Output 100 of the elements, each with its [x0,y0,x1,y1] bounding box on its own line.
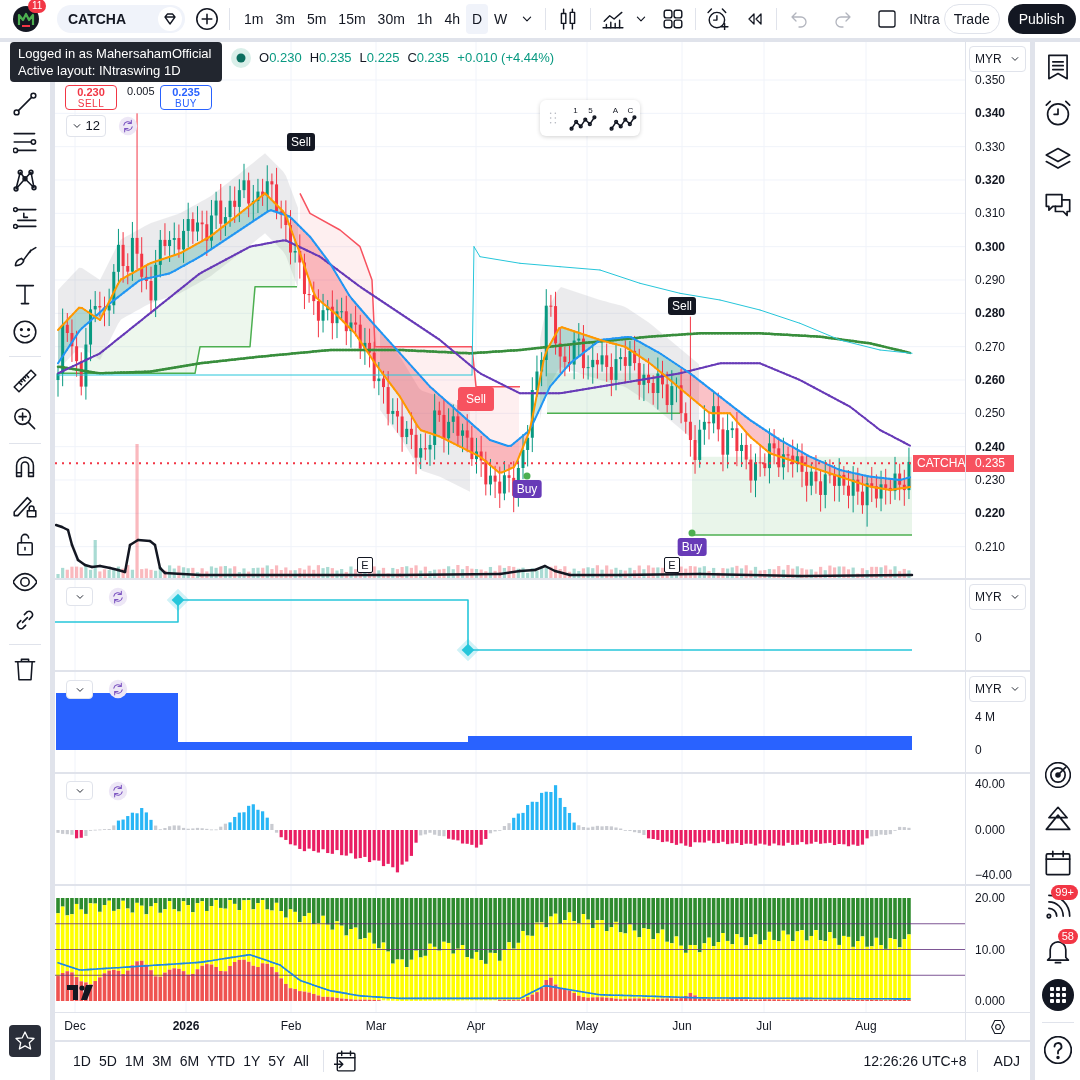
zoom-in-icon[interactable] [13,407,37,431]
price-tick: 0.340 [975,105,1006,122]
logo-icon [67,985,93,1000]
price-tick: 0.290 [975,272,1006,288]
price-tick: 0.300 [975,238,1006,255]
pattern-tool-button[interactable]: A C [606,105,640,131]
sync-icon[interactable] [108,679,128,699]
eye-icon[interactable] [13,570,37,594]
notification-badge: 11 [28,0,47,13]
plus-circle-icon[interactable] [195,7,219,31]
symbol-search[interactable]: CATCHA [57,5,185,33]
trade-button[interactable]: Trade [943,4,1000,34]
range-button[interactable]: YTD [203,1047,240,1075]
interval-button[interactable]: D [466,4,489,34]
scale-tick: 0 [975,742,982,758]
alarm-plus-icon[interactable] [707,8,730,30]
scale-tick: 4 M [975,709,995,725]
sync-icon[interactable] [108,587,128,607]
scale-tick: 0 [975,630,982,646]
signal-label: Sell [287,133,315,151]
interval-button[interactable]: 3m [269,4,301,34]
brush-icon[interactable] [13,244,37,268]
chat-icon[interactable] [1044,192,1071,218]
ohlc-value: C0.235 [407,49,450,68]
feed-icon[interactable] [1044,894,1071,920]
favorites-button[interactable] [9,1025,41,1057]
alarm-clock-icon[interactable] [1044,100,1071,126]
notification-badge: 58 [1057,929,1078,944]
levels-icon[interactable] [13,206,37,230]
pattern-tool-button[interactable]: 1 5 [566,105,600,131]
event-marker[interactable]: E [357,557,373,573]
smiley-icon[interactable] [13,320,37,344]
signal-label: Sell [668,297,696,315]
range-button[interactable]: 1M [120,1047,149,1075]
zigzag-icon[interactable] [569,114,597,131]
range-button[interactable]: 5D [94,1047,121,1075]
target-icon[interactable] [1044,762,1071,788]
tooltip-text: Logged in as MahersahamOfficial [18,45,213,62]
signal-dot-icon [688,529,696,537]
layout-grid-icon[interactable] [662,8,685,30]
calendar-icon[interactable] [1044,850,1071,876]
range-button[interactable]: 1Y [239,1047,265,1075]
currency-dropdown[interactable]: MYR [969,676,1026,702]
pattern-icon[interactable] [13,168,37,192]
sell-button[interactable]: 0.230 SELL [65,85,117,110]
time-tick: Mar [365,1018,387,1034]
indicators-toggle[interactable]: 12 [66,115,106,137]
time-tick: Dec [64,1018,86,1034]
publish-button[interactable]: Publish [1007,4,1076,34]
layers-icon[interactable] [1044,146,1071,172]
price-tick: 0.320 [975,172,1006,188]
range-button[interactable]: 3M [148,1047,176,1075]
ruler-icon[interactable] [13,369,37,393]
apps-grid-icon[interactable] [1041,979,1074,1011]
price-tick: 0.230 [975,472,1006,488]
price-tick: 0.330 [975,138,1006,155]
buy-button[interactable]: 0.235 BUY [160,85,212,110]
adjustment-button[interactable]: ADJ [987,1050,1030,1072]
interval-button[interactable]: 1m [238,4,270,34]
pencil-lock-icon[interactable] [13,494,37,518]
layout-name[interactable]: INtra [909,8,940,30]
interval-button[interactable]: 4h [438,4,466,34]
range-button[interactable]: All [289,1047,313,1075]
range-button[interactable]: 6M [175,1047,204,1075]
range-button[interactable]: 5Y [264,1047,290,1075]
scale-tick: 0.000 [975,993,1006,1009]
trend-line-icon[interactable] [13,92,37,116]
currency-dropdown[interactable]: MYR [969,46,1026,72]
calendar-arrow-icon[interactable] [334,1050,356,1072]
zigzag-icon[interactable] [609,114,637,131]
interval-button[interactable]: 30m [371,4,411,34]
interval-button[interactable]: 1h [410,4,439,34]
triangles-icon[interactable] [1044,806,1071,832]
price-tick: 0.250 [975,405,1006,422]
text-icon[interactable] [13,282,37,306]
interval-button[interactable]: W [488,4,514,34]
gem-icon[interactable] [158,7,182,31]
price-tick: 0.210 [975,538,1006,555]
scale-tick: −40.00 [975,867,1013,883]
star-icon[interactable] [15,1031,35,1051]
time-tick: May [575,1018,599,1034]
sync-icon[interactable] [118,116,138,136]
settings-icon[interactable] [990,1018,1006,1035]
magnet-icon[interactable] [13,456,37,480]
interval-button[interactable]: 15m [332,4,372,34]
scale-tick: 10.00 [975,942,1006,958]
event-marker[interactable]: E [664,557,680,573]
range-button[interactable]: 1D [69,1047,95,1075]
bell-icon[interactable] [1044,938,1071,964]
help-icon[interactable] [1043,1036,1072,1064]
currency-dropdown[interactable]: MYR [969,584,1026,610]
notification-badge: 99+ [1051,885,1078,900]
trash-icon[interactable] [13,657,37,681]
parallel-lines-icon[interactable] [13,130,37,154]
time-tick: Apr [466,1018,486,1034]
clock-text[interactable]: 12:26:26 UTC+8 [863,1050,967,1072]
interval-button[interactable]: 5m [300,4,333,34]
scale-tick: 40.00 [975,776,1006,792]
sync-icon[interactable] [108,781,128,801]
square-icon[interactable] [877,9,898,29]
